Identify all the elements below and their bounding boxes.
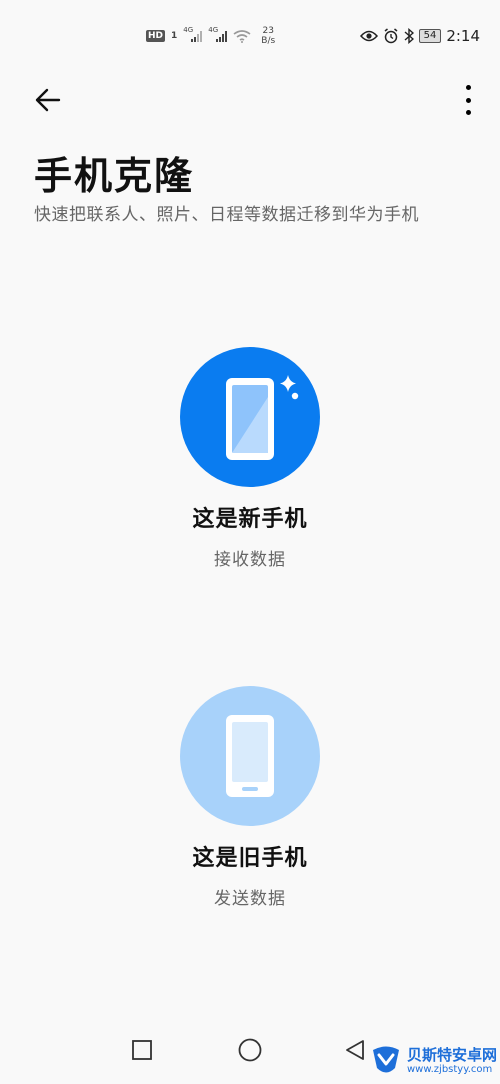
new-phone-icon-circle <box>180 347 320 487</box>
watermark-text: 贝斯特安卓网 www.zjbstyy.com <box>407 1047 497 1075</box>
arrow-left-icon <box>35 88 61 112</box>
sim-indicator: 1 <box>171 31 178 41</box>
more-options-button[interactable] <box>462 82 474 118</box>
page-subtitle: 快速把联系人、照片、日程等数据迁移到华为手机 <box>34 205 419 225</box>
home-button[interactable] <box>230 1030 270 1070</box>
status-left: HD 1 4G 4G 23 B/s <box>146 26 275 46</box>
alarm-icon <box>384 28 398 44</box>
page-title: 手机克隆 <box>34 154 195 198</box>
watermark: 贝斯特安卓网 www.zjbstyy.com <box>365 1038 500 1084</box>
bluetooth-icon <box>404 28 414 44</box>
network-type-label: 4G <box>208 26 219 34</box>
signal-icon: 4G <box>208 26 228 42</box>
old-phone-icon-circle <box>180 686 320 826</box>
status-right: 54 2:14 <box>359 27 480 45</box>
app-bar <box>0 70 500 130</box>
signal-icon: 4G <box>183 26 203 42</box>
hd-badge: HD <box>146 30 166 42</box>
battery-indicator: 54 <box>418 29 442 43</box>
square-icon <box>132 1040 152 1060</box>
new-phone-option[interactable]: 这是新手机 接收数据 <box>0 347 500 570</box>
triangle-back-icon <box>346 1040 364 1060</box>
more-vertical-icon <box>465 85 471 90</box>
old-phone-sublabel: 发送数据 <box>214 889 286 909</box>
more-vertical-icon <box>465 110 471 115</box>
clock: 2:14 <box>446 27 480 45</box>
eye-icon <box>359 30 378 42</box>
speed-value: 23 <box>262 26 274 36</box>
old-phone-label: 这是旧手机 <box>192 846 308 871</box>
old-phone-icon <box>226 715 274 797</box>
status-bar: HD 1 4G 4G 23 B/s 54 2:14 <box>0 0 500 70</box>
wifi-icon <box>233 29 251 43</box>
circle-icon <box>238 1038 262 1062</box>
watermark-title: 贝斯特安卓网 <box>407 1046 498 1065</box>
network-speed: 23 B/s <box>261 26 275 46</box>
network-type-label: 4G <box>183 26 194 34</box>
new-phone-sublabel: 接收数据 <box>214 550 286 570</box>
new-phone-label: 这是新手机 <box>192 507 308 532</box>
more-vertical-icon <box>465 97 471 103</box>
recent-apps-button[interactable] <box>122 1030 162 1070</box>
old-phone-option[interactable]: 这是旧手机 发送数据 <box>0 686 500 909</box>
new-phone-icon <box>226 375 299 460</box>
back-button[interactable] <box>32 84 64 116</box>
watermark-url: www.zjbstyy.com <box>407 1063 493 1075</box>
watermark-logo-icon <box>373 1046 399 1073</box>
speed-unit: B/s <box>261 36 276 46</box>
